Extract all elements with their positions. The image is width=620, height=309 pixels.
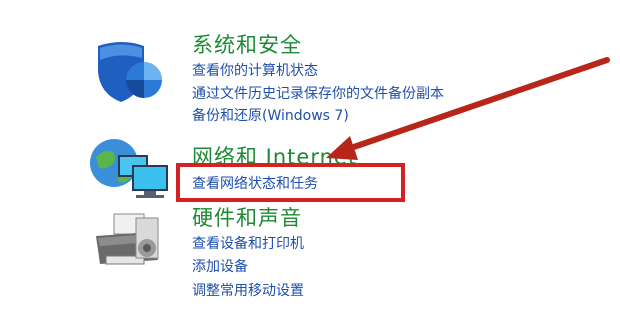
annotation-arrow-icon [326, 57, 610, 160]
